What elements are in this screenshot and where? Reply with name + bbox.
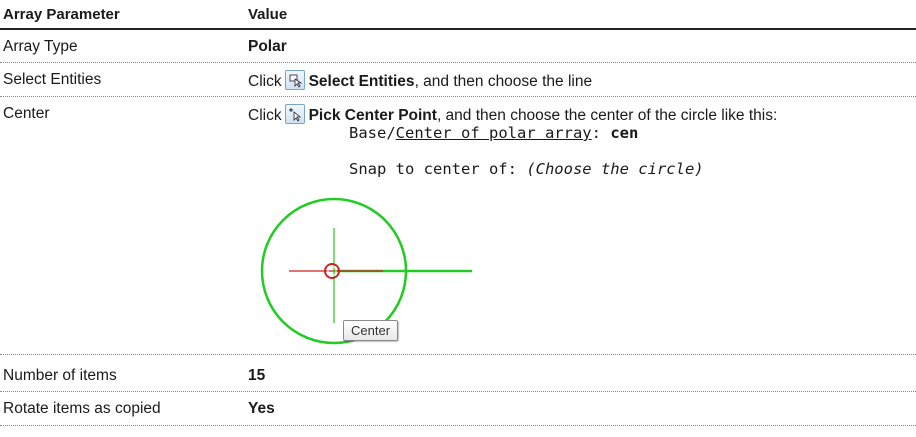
param-value: 15: [248, 367, 266, 384]
table-row: Rotate items as copied Yes: [0, 392, 916, 426]
click-text: Click: [248, 73, 282, 90]
select-entities-icon[interactable]: [284, 70, 305, 90]
param-label: Select Entities: [3, 71, 102, 88]
table-row: Center Click Pick Center Point, and then …: [0, 97, 916, 355]
param-label: Number of items: [3, 367, 117, 384]
instruction-text: , and then choose the line: [414, 73, 593, 90]
param-label: Array Type: [3, 38, 78, 55]
param-label: Rotate items as copied: [3, 400, 161, 417]
param-value: Polar: [248, 38, 287, 55]
header-array-parameter: Array Parameter: [3, 6, 120, 23]
select-entities-label: Select Entities: [308, 73, 415, 90]
header-value: Value: [248, 6, 288, 23]
cad-drawing: [260, 197, 472, 345]
table-row: Number of items 15: [0, 355, 916, 392]
table-row: Select Entities Click Select Entities, an…: [0, 63, 916, 97]
param-value: Yes: [248, 400, 275, 417]
param-value: Click Select Entities, and then choose th…: [248, 70, 592, 91]
table-row: Array Type Polar: [0, 30, 916, 63]
table-header: Array Parameter Value: [0, 0, 916, 30]
center-tooltip: Center: [343, 320, 399, 341]
